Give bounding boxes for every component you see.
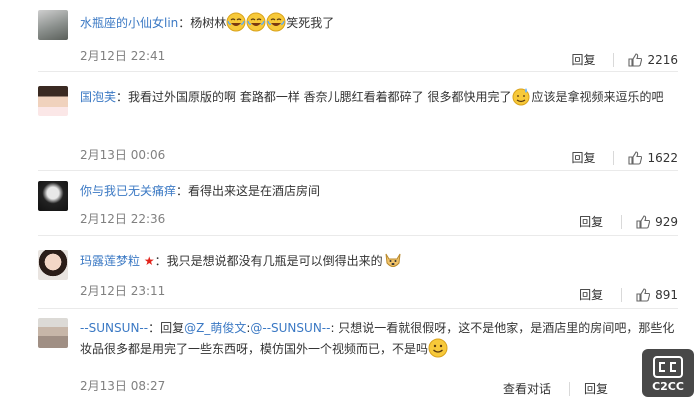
comment-text: 玛露莲梦粒 ★：我只是想说都没有几瓶是可以倒得出来的: [80, 250, 678, 271]
comment-actions: 回复 929: [579, 213, 678, 230]
thumbs-up-icon: [628, 150, 643, 165]
smile-emoji-icon: [428, 338, 448, 358]
reply-button[interactable]: 回复: [579, 213, 603, 230]
avatar[interactable]: [38, 250, 68, 280]
username-link[interactable]: 玛露莲梦粒: [80, 254, 140, 268]
watermark-icon: [653, 356, 683, 378]
comment-divider: [38, 170, 678, 171]
comment-text: --SUNSUN--：回复@Z_萌俊文:@--SUNSUN--: 只想说一看就很…: [80, 321, 675, 358]
watermark-logo: C2CC: [642, 349, 694, 397]
mention-link[interactable]: @--SUNSUN--: [250, 321, 330, 335]
view-conversation-link[interactable]: 查看对话: [503, 380, 551, 397]
like-count: 929: [655, 214, 678, 229]
comment-date: 2月12日 22:36: [80, 212, 166, 226]
avatar[interactable]: [38, 86, 68, 116]
like-button[interactable]: 2216: [628, 53, 678, 67]
comment-date: 2月12日 23:11: [80, 284, 166, 298]
doge-emoji-icon: [385, 253, 401, 267]
comment-date: 2月13日 00:06: [80, 148, 166, 162]
reply-button[interactable]: 回复: [571, 51, 595, 68]
divider: [613, 150, 615, 165]
thumbs-up-icon: [636, 287, 651, 302]
like-button[interactable]: 891: [636, 288, 678, 302]
divider: [621, 214, 623, 229]
like-button[interactable]: 929: [636, 215, 678, 229]
sweat-smile-emoji-icon: [512, 88, 530, 106]
mention-link[interactable]: @Z_萌俊文: [184, 321, 246, 335]
divider: [621, 287, 623, 302]
laugh-cry-emoji-icon: [226, 12, 246, 32]
like-count: 1622: [647, 150, 678, 165]
comment-date: 2月12日 22:41: [80, 49, 166, 63]
reply-button[interactable]: 回复: [571, 149, 595, 166]
divider: [568, 381, 570, 396]
avatar[interactable]: [38, 10, 68, 40]
reply-button[interactable]: 回复: [584, 380, 608, 397]
comment-divider: [38, 308, 678, 309]
username-link[interactable]: --SUNSUN--: [80, 321, 148, 335]
comment-actions: 回复 2216: [571, 51, 678, 68]
thumbs-up-icon: [636, 214, 651, 229]
like-count: 2216: [647, 52, 678, 67]
laugh-cry-emoji-icon: [246, 12, 266, 32]
verified-star-icon: ★: [143, 254, 155, 268]
comment-actions: 回复 1622: [571, 149, 678, 166]
reply-button[interactable]: 回复: [579, 286, 603, 303]
avatar[interactable]: [38, 318, 68, 348]
comment-text: 水瓶座的小仙女lin：杨树林 笑死我了: [80, 12, 678, 33]
watermark-text: C2CC: [652, 380, 684, 393]
comment-actions: 查看对话 回复: [503, 380, 608, 397]
comment-actions: 回复 891: [579, 286, 678, 303]
comment-date: 2月13日 08:27: [80, 379, 166, 393]
comment-text: 你与我已无关痛痒：看得出来这是在酒店房间: [80, 184, 321, 198]
like-count: 891: [655, 287, 678, 302]
comment-text: 国泡芙：我看过外国原版的啊 套路都一样 香奈儿腮红看着都碎了 很多都快用完了 应该…: [80, 86, 678, 107]
comment-divider: [38, 71, 678, 72]
username-link[interactable]: 水瓶座的小仙女lin: [80, 16, 178, 30]
username-link[interactable]: 国泡芙: [80, 90, 116, 104]
username-link[interactable]: 你与我已无关痛痒: [80, 184, 176, 198]
comment-divider: [38, 235, 678, 236]
laugh-cry-emoji-icon: [266, 12, 286, 32]
thumbs-up-icon: [628, 52, 643, 67]
divider: [613, 52, 615, 67]
like-button[interactable]: 1622: [628, 151, 678, 165]
avatar[interactable]: [38, 181, 68, 211]
